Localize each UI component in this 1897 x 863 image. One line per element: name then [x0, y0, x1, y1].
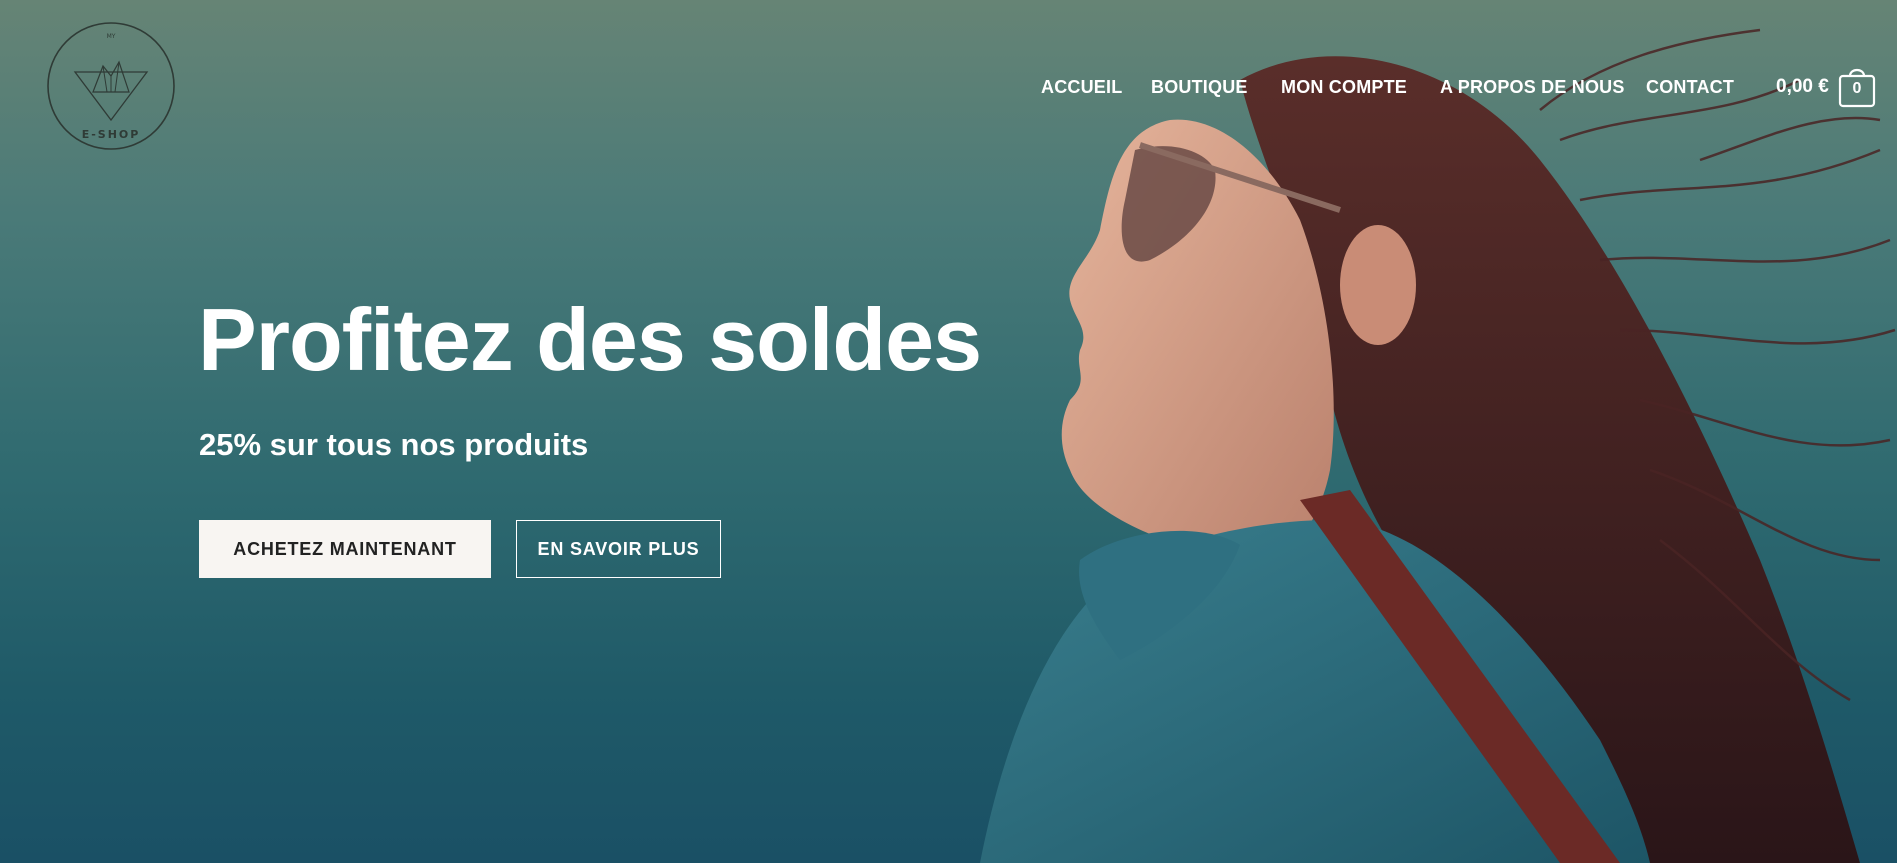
nav-item-a-propos[interactable]: A PROPOS DE NOUS: [1440, 74, 1625, 100]
logo-top-text: MY: [107, 33, 116, 40]
nav-item-mon-compte[interactable]: MON COMPTE: [1281, 74, 1407, 100]
hero-headline: Profitez des soldes: [198, 290, 982, 389]
cart-total[interactable]: 0,00 €: [1776, 74, 1829, 100]
nav-item-accueil[interactable]: ACCUEIL: [1041, 74, 1122, 100]
logo-bottom-text: E-SHOP: [82, 128, 141, 141]
e-shop-logo[interactable]: MY E-SHOP: [45, 20, 177, 152]
buy-now-button[interactable]: ACHETEZ MAINTENANT: [199, 520, 491, 578]
learn-more-button[interactable]: EN SAVOIR PLUS: [516, 520, 721, 578]
nav-item-boutique[interactable]: BOUTIQUE: [1151, 74, 1248, 100]
cart-count-badge: 0: [1852, 80, 1862, 97]
hero-subline: 25% sur tous nos produits: [199, 427, 589, 462]
hero-section: MY E-SHOP ACCUEIL BOUTIQUE MON COMPTE A …: [0, 0, 1897, 863]
nav-item-contact[interactable]: CONTACT: [1646, 74, 1734, 100]
